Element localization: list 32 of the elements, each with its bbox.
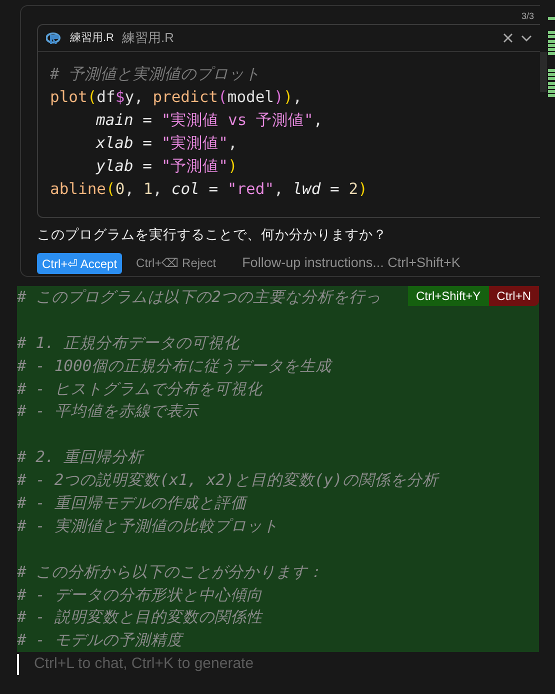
- close-icon[interactable]: [503, 33, 513, 43]
- comment-line: # 1. 正規分布データの可視化: [17, 334, 240, 352]
- file-path: 練習用.R: [122, 29, 174, 48]
- comment-line: # - モデルの予測精度: [17, 631, 182, 650]
- code-line: plot(df$y, predict(model)),: [50, 87, 302, 108]
- comment-line: # この分析から以下のことが分かります：: [17, 562, 324, 581]
- reject-button[interactable]: Ctrl+⌫ Reject: [132, 252, 220, 274]
- follow-up-field[interactable]: Follow-up instructions... Ctrl+Shift+K: [240, 252, 500, 274]
- comment-line: # - 重回帰モデルの作成と評価: [17, 494, 246, 512]
- code-line: ylab = "予測値"): [94, 156, 238, 177]
- reject-shortcut-button[interactable]: Ctrl+N: [488, 286, 539, 306]
- comment-line: # - 1000個の正規分布に従うデータを生成: [17, 356, 332, 375]
- code-line: abline(0, 1, col = "red", lwd = 2): [50, 179, 368, 200]
- prompt-text: このプログラムを実行することで、何か分かりますか？: [37, 226, 388, 244]
- r-logo-icon: [46, 32, 62, 44]
- comment-line: # このプログラムは以下の2つの主要な分析を行っ: [17, 288, 381, 306]
- accept-shortcut-button[interactable]: Ctrl+Shift+Y: [408, 286, 489, 306]
- file-tab[interactable]: 練習用.R: [70, 30, 114, 46]
- comment-line: # - 説明変数と目的変数の関係性: [17, 608, 262, 626]
- comment-line: # - 実測値と予測値の比較プロット: [17, 516, 278, 535]
- chevron-down-icon[interactable]: [521, 34, 532, 42]
- comment-line: # 2. 重回帰分析: [17, 448, 144, 466]
- code-line: xlab = "実測値",: [94, 133, 238, 154]
- comment-line: # - ヒストグラムで分布を可視化: [17, 380, 262, 398]
- comment-line: # - データの分布形状と中心傾向: [17, 586, 262, 604]
- page-counter: 3/3: [521, 11, 534, 21]
- editor-hint: Ctrl+L to chat, Ctrl+K to generate: [34, 654, 254, 674]
- text-cursor: [17, 654, 19, 675]
- code-line: main = "実測値 vs 予測値",: [95, 110, 323, 131]
- code-line: # 予測値と実測値のプロット: [50, 64, 261, 85]
- comment-line: # - 2つの説明変数(x1, x2)と目的変数(y)の関係を分析: [17, 471, 438, 490]
- comment-line: # - 平均値を赤線で表示: [17, 402, 198, 420]
